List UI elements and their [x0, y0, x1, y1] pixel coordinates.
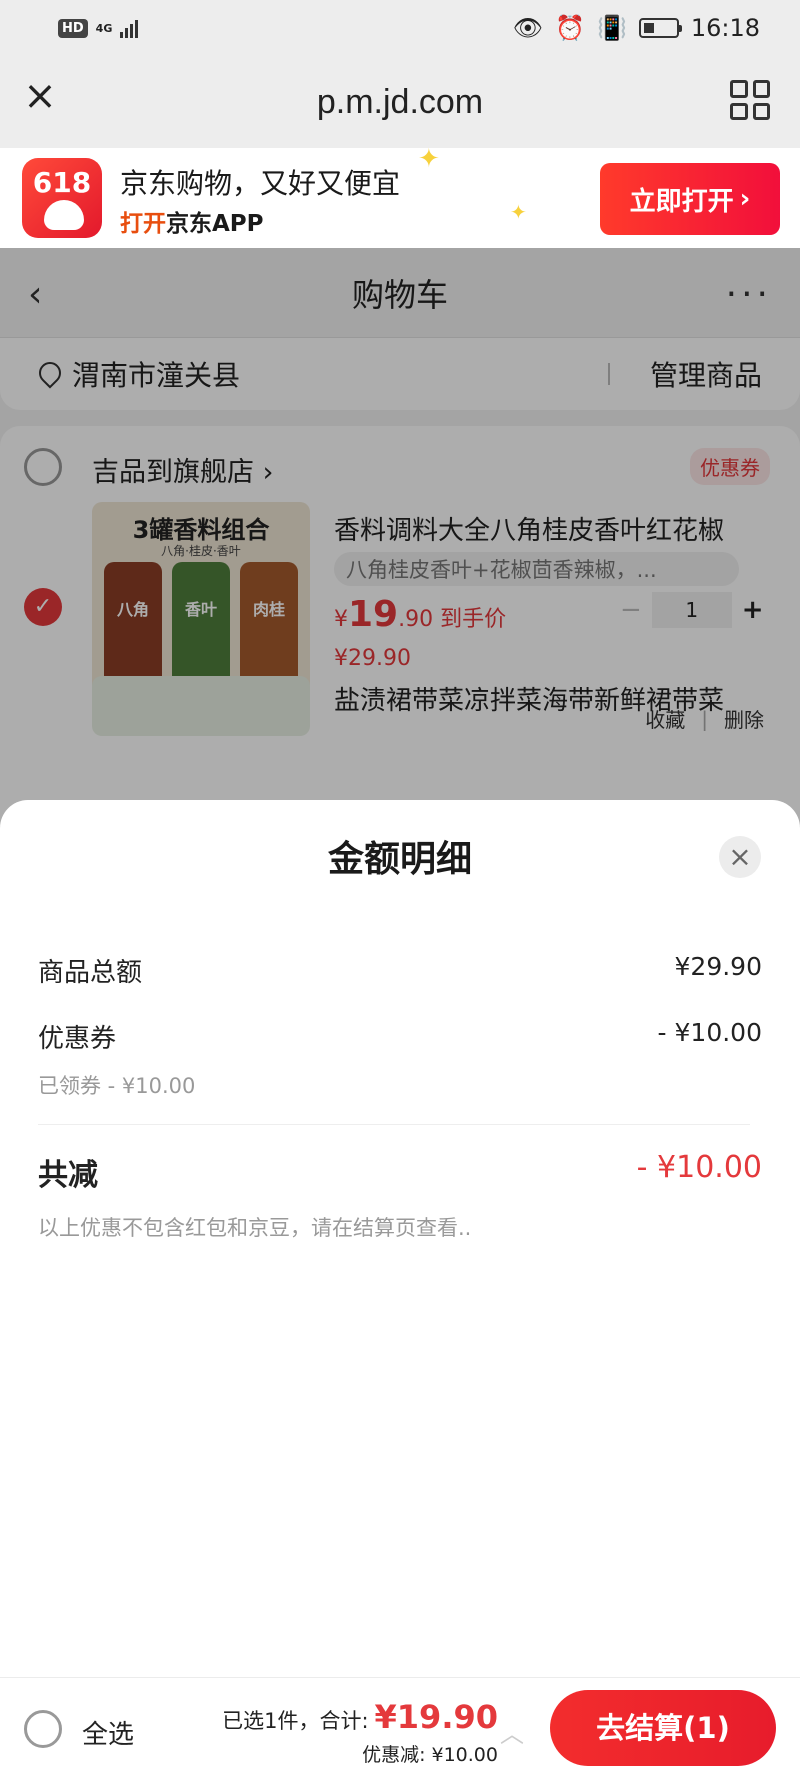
divider — [38, 1124, 750, 1125]
total-discount-row: 共减 - ¥10.00 — [38, 1150, 762, 1194]
coupon-value: - ¥10.00 — [657, 1018, 762, 1047]
coupon-sub-text: 已领券 - ¥10.00 — [38, 1074, 196, 1098]
status-bar: HD 4G 👁 ⏰ 📳 16:18 — [0, 0, 800, 56]
checkout-bar: 全选 已选1件，合计: ¥19.90 优惠减: ¥10.00 ︿ 去结算(1) — [0, 1677, 800, 1777]
sparkle-icon: ✦ — [418, 144, 440, 174]
banner-tagline: 京东购物，又好又便宜 — [120, 167, 401, 200]
chevron-up-icon[interactable]: ︿ — [500, 1714, 524, 1749]
app-download-banner: 618 京东购物，又好又便宜 打开京东APP ✦ ✦ 立即打开 › — [0, 144, 800, 248]
network-type: 4G — [95, 21, 113, 35]
mascot-icon — [44, 200, 84, 230]
close-icon[interactable]: × — [22, 76, 58, 116]
discount-summary: 优惠减: ¥10.00 — [362, 1744, 498, 1766]
banner-open-prefix: 打开 — [120, 211, 166, 237]
open-app-button-label: 立即打开 — [629, 186, 734, 217]
battery-icon — [638, 18, 682, 38]
select-all-radio[interactable] — [24, 1710, 62, 1748]
jd-618-logo: 618 — [22, 158, 102, 238]
goods-total-value: ¥29.90 — [674, 952, 762, 981]
discount-note: 以上优惠不包含红包和京豆，请在结算页查看.. — [38, 1216, 472, 1240]
apps-grid-icon[interactable] — [730, 80, 770, 120]
sheet-title: 金额明细 — [327, 839, 472, 880]
total-discount-value: - ¥10.00 — [636, 1150, 762, 1185]
clock: 16:18 — [690, 14, 760, 42]
amount-detail-sheet: 金额明细 × 商品总额 ¥29.90 优惠券 - ¥10.00 已领券 - ¥1… — [0, 800, 800, 1677]
coupon-label: 优惠券 — [38, 1024, 117, 1054]
total-price: ¥19.90 — [374, 1698, 498, 1736]
close-icon[interactable]: × — [719, 836, 761, 878]
alarm-icon: ⏰ — [555, 14, 585, 42]
browser-url-bar: × p.m.jd.com — [0, 56, 800, 148]
chevron-right-icon: › — [739, 184, 751, 214]
banner-open-app-text: 打开京东APP — [120, 204, 264, 238]
goods-total-label: 商品总额 — [38, 958, 143, 988]
page-domain: p.m.jd.com — [316, 82, 484, 121]
open-app-button[interactable]: 立即打开 › — [600, 163, 780, 235]
summary-line: 已选1件，合计: ¥19.90 — [222, 1698, 498, 1736]
sparkle-icon: ✦ — [510, 200, 527, 224]
eye-icon: 👁 — [512, 14, 544, 42]
goods-total-row: 商品总额 ¥29.90 — [38, 952, 762, 989]
banner-open-suffix: 京东APP — [166, 211, 264, 237]
coupon-row: 优惠券 - ¥10.00 — [38, 1018, 762, 1055]
select-all-label[interactable]: 全选 — [82, 1714, 134, 1751]
signal-icon — [120, 18, 139, 38]
selected-count-text: 已选1件，合计: — [222, 1709, 369, 1733]
logo-text: 618 — [32, 166, 92, 199]
total-discount-label: 共减 — [38, 1158, 98, 1193]
hd-badge: HD — [58, 18, 88, 38]
checkout-button[interactable]: 去结算(1) — [550, 1690, 776, 1766]
vibrate-icon: 📳 — [596, 14, 627, 42]
